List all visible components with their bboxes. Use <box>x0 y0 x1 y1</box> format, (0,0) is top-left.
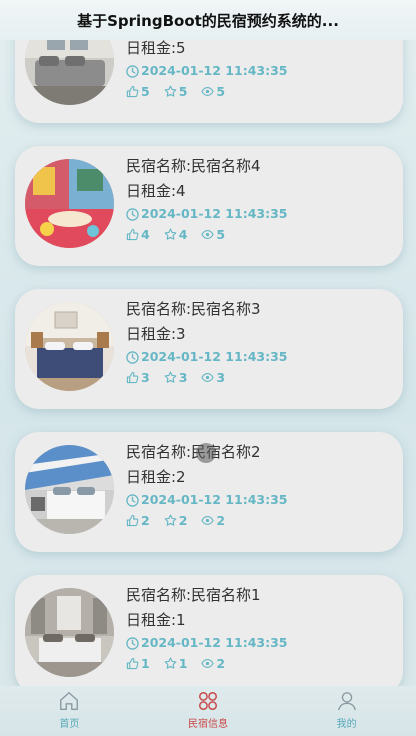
page-title: 基于SpringBoot的民宿预约系统的... <box>77 11 339 30</box>
eye-icon <box>201 515 215 525</box>
publish-time-text: 2024-01-12 11:43:35 <box>141 349 288 364</box>
eye-icon <box>201 229 215 239</box>
homestay-name: 民宿名称:民宿名称4 <box>126 157 261 175</box>
publish-time: 2024-01-12 11:43:35 <box>126 633 386 653</box>
publish-time-text: 2024-01-12 11:43:35 <box>141 63 288 78</box>
homestay-name: 民宿名称:民宿名称3 <box>126 300 261 318</box>
daily-rent: 日租金:1 <box>126 611 186 629</box>
thumbs-up-icon <box>126 371 139 383</box>
view-count: 5 <box>216 226 226 242</box>
bottom-tab-bar: 首页 民宿信息 我的 <box>0 686 416 736</box>
page-header: 基于SpringBoot的民宿预约系统的... <box>0 0 416 40</box>
view-stat: 2 <box>201 513 225 528</box>
view-stat: 3 <box>201 370 225 385</box>
daily-rent: 日租金:2 <box>126 468 186 486</box>
homestay-thumbnail <box>25 302 114 391</box>
view-count: 2 <box>216 655 226 671</box>
tab-homestay-info-label: 民宿信息 <box>188 719 228 730</box>
homestay-list: 日租金:5 2024-01-12 11:43:35 5 5 5 民宿名称:民宿名… <box>0 0 416 686</box>
view-stat: 2 <box>201 656 225 671</box>
homestay-thumbnail <box>25 159 114 248</box>
view-count: 2 <box>216 512 226 528</box>
favorite-stat[interactable]: 3 <box>164 369 188 385</box>
tab-mine-label: 我的 <box>336 719 357 730</box>
favorite-stat[interactable]: 4 <box>164 226 188 242</box>
publish-time: 2024-01-12 11:43:35 <box>126 61 386 81</box>
homestay-icon <box>199 692 217 710</box>
like-count: 4 <box>141 226 150 242</box>
publish-time-text: 2024-01-12 11:43:35 <box>141 635 288 650</box>
tab-mine[interactable]: 我的 <box>277 686 416 736</box>
touch-indicator <box>196 443 216 463</box>
eye-icon <box>201 658 215 668</box>
publish-time-text: 2024-01-12 11:43:35 <box>141 206 288 221</box>
home-icon <box>60 692 79 710</box>
clock-icon <box>126 636 139 650</box>
thumbs-up-icon <box>126 657 139 669</box>
clock-icon <box>126 350 139 364</box>
favorite-stat[interactable]: 5 <box>164 83 188 99</box>
publish-time: 2024-01-12 11:43:35 <box>126 204 386 224</box>
view-stat: 5 <box>201 227 225 242</box>
homestay-card[interactable]: 民宿名称:民宿名称3 日租金:3 2024-01-12 11:43:35 3 3… <box>15 289 403 409</box>
star-icon <box>164 85 177 97</box>
clock-icon <box>126 207 139 221</box>
thumbs-up-icon <box>126 85 139 97</box>
clock-icon <box>126 64 139 78</box>
favorite-count: 3 <box>178 369 188 385</box>
favorite-stat[interactable]: 1 <box>164 655 188 671</box>
like-count: 5 <box>141 83 150 99</box>
user-icon <box>337 692 356 711</box>
like-count: 2 <box>141 512 150 528</box>
like-stat[interactable]: 4 <box>126 227 150 242</box>
like-stat[interactable]: 5 <box>126 84 150 99</box>
daily-rent: 日租金:4 <box>126 182 186 200</box>
publish-time: 2024-01-12 11:43:35 <box>126 347 386 367</box>
eye-icon <box>201 372 215 382</box>
star-icon <box>164 371 177 383</box>
like-stat[interactable]: 1 <box>126 656 150 671</box>
publish-time-text: 2024-01-12 11:43:35 <box>141 492 288 507</box>
stats-row: 2 2 2 <box>126 510 386 530</box>
homestay-name: 民宿名称:民宿名称2 <box>126 443 261 461</box>
homestay-name: 民宿名称:民宿名称1 <box>126 586 261 604</box>
favorite-count: 5 <box>178 83 188 99</box>
stats-row: 5 5 5 <box>126 81 386 101</box>
stats-row: 3 3 3 <box>126 367 386 387</box>
publish-time: 2024-01-12 11:43:35 <box>126 490 386 510</box>
homestay-thumbnail <box>25 588 114 677</box>
thumbs-up-icon <box>126 228 139 240</box>
view-stat: 5 <box>201 84 225 99</box>
stats-row: 1 1 2 <box>126 653 386 673</box>
favorite-count: 4 <box>178 226 188 242</box>
like-count: 1 <box>141 655 150 671</box>
stats-row: 4 4 5 <box>126 224 386 244</box>
tab-homestay-info[interactable]: 民宿信息 <box>139 686 278 736</box>
favorite-count: 2 <box>178 512 188 528</box>
like-stat[interactable]: 3 <box>126 370 150 385</box>
favorite-count: 1 <box>178 655 188 671</box>
eye-icon <box>201 86 215 96</box>
clock-icon <box>126 493 139 507</box>
tab-home-label: 首页 <box>59 719 80 730</box>
like-count: 3 <box>141 369 150 385</box>
star-icon <box>164 657 177 669</box>
tab-home[interactable]: 首页 <box>0 686 139 736</box>
star-icon <box>164 514 177 526</box>
homestay-thumbnail <box>25 445 114 534</box>
favorite-stat[interactable]: 2 <box>164 512 188 528</box>
like-stat[interactable]: 2 <box>126 513 150 528</box>
daily-rent: 日租金:3 <box>126 325 186 343</box>
thumbs-up-icon <box>126 514 139 526</box>
homestay-card[interactable]: 民宿名称:民宿名称1 日租金:1 2024-01-12 11:43:35 1 1… <box>15 575 403 686</box>
star-icon <box>164 228 177 240</box>
view-count: 3 <box>216 369 226 385</box>
view-count: 5 <box>216 83 226 99</box>
homestay-card[interactable]: 民宿名称:民宿名称4 日租金:4 2024-01-12 11:43:35 4 4… <box>15 146 403 266</box>
